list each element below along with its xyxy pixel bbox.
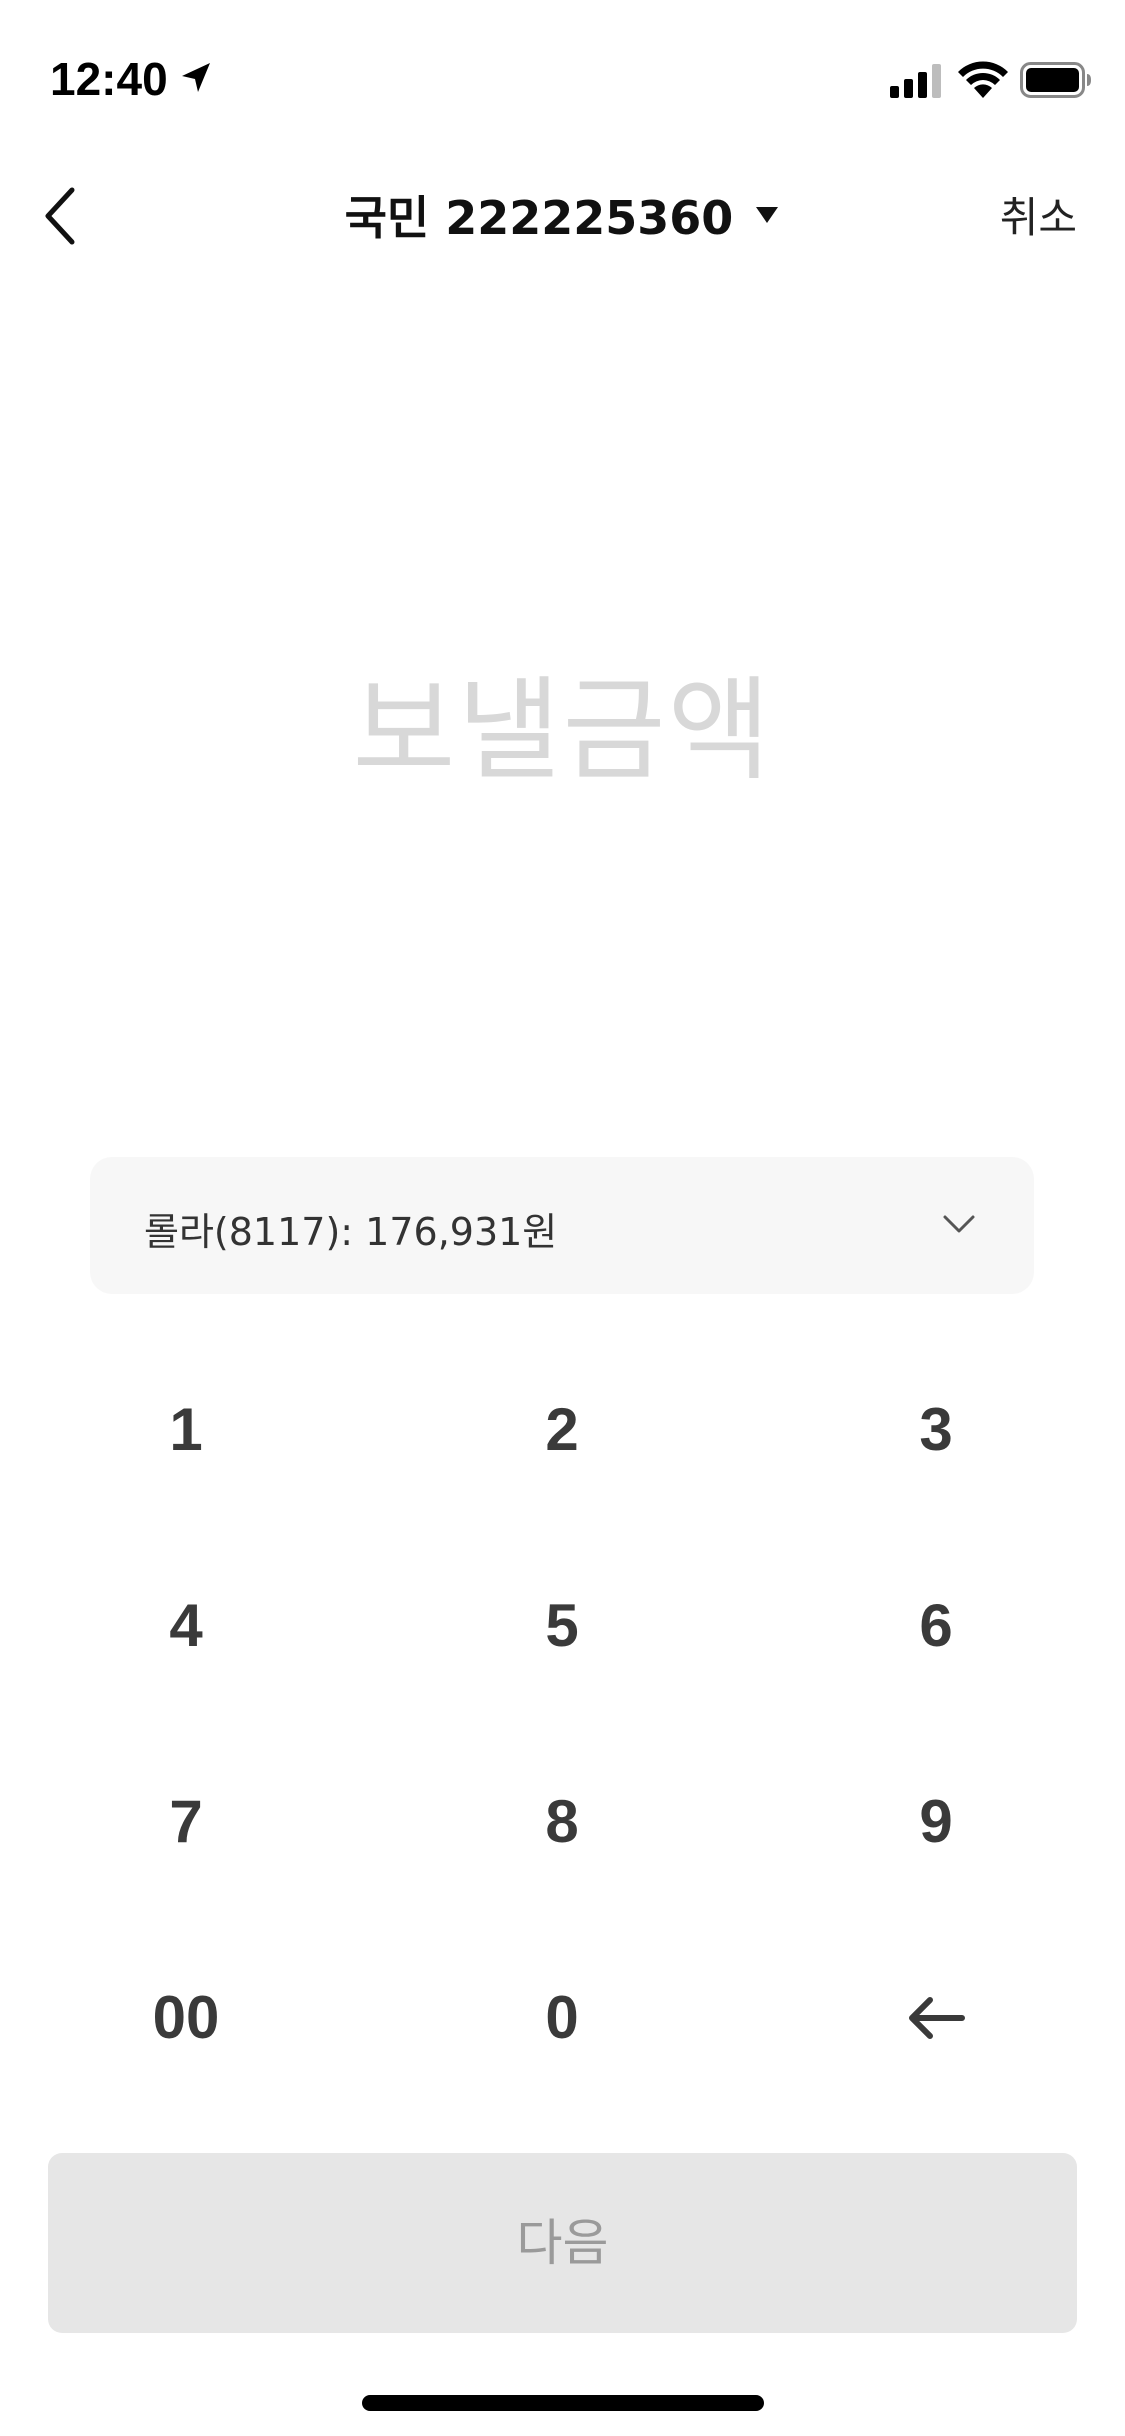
key-00[interactable]: 00 <box>36 1928 336 2108</box>
cellular-signal-icon <box>890 64 946 98</box>
key-9[interactable]: 9 <box>786 1732 1086 1912</box>
key-7[interactable]: 7 <box>36 1732 336 1912</box>
next-button[interactable]: 다음 <box>48 2153 1077 2333</box>
status-time: 12:40 <box>50 53 168 105</box>
key-8[interactable]: 8 <box>412 1732 712 1912</box>
number-keypad: 1 2 3 4 5 6 7 8 9 00 0 <box>0 1340 1125 2120</box>
cancel-button[interactable]: 취소 <box>1000 184 1077 245</box>
key-5[interactable]: 5 <box>412 1536 712 1716</box>
key-3[interactable]: 3 <box>786 1340 1086 1520</box>
location-arrow-icon <box>178 60 214 96</box>
battery-icon <box>1020 62 1092 98</box>
key-4[interactable]: 4 <box>36 1536 336 1716</box>
wifi-icon <box>958 60 1008 100</box>
nav-bar: 국민 222225360 취소 <box>0 160 1125 270</box>
key-0[interactable]: 0 <box>412 1928 712 2108</box>
home-indicator[interactable] <box>362 2395 764 2411</box>
status-bar: 12:40 <box>0 0 1125 150</box>
key-2[interactable]: 2 <box>412 1340 712 1520</box>
key-6[interactable]: 6 <box>786 1536 1086 1716</box>
key-1[interactable]: 1 <box>36 1340 336 1520</box>
page-title: 국민 222225360 <box>344 191 734 245</box>
source-account-label: 롤라(8117): 176,931원 <box>144 1210 558 1254</box>
source-account-selector[interactable]: 롤라(8117): 176,931원 <box>90 1157 1034 1294</box>
chevron-down-icon <box>942 1213 976 1235</box>
account-title-selector[interactable]: 국민 222225360 <box>0 182 1125 248</box>
arrow-left-icon <box>909 1997 965 2039</box>
caret-down-icon <box>754 205 780 225</box>
send-amount-screen: 12:40 국민 222225360 취소 보낼금액 롤라(8117): 176… <box>0 0 1125 2436</box>
backspace-button[interactable] <box>786 1928 1086 2108</box>
amount-display: 보낼금액 <box>352 666 773 796</box>
